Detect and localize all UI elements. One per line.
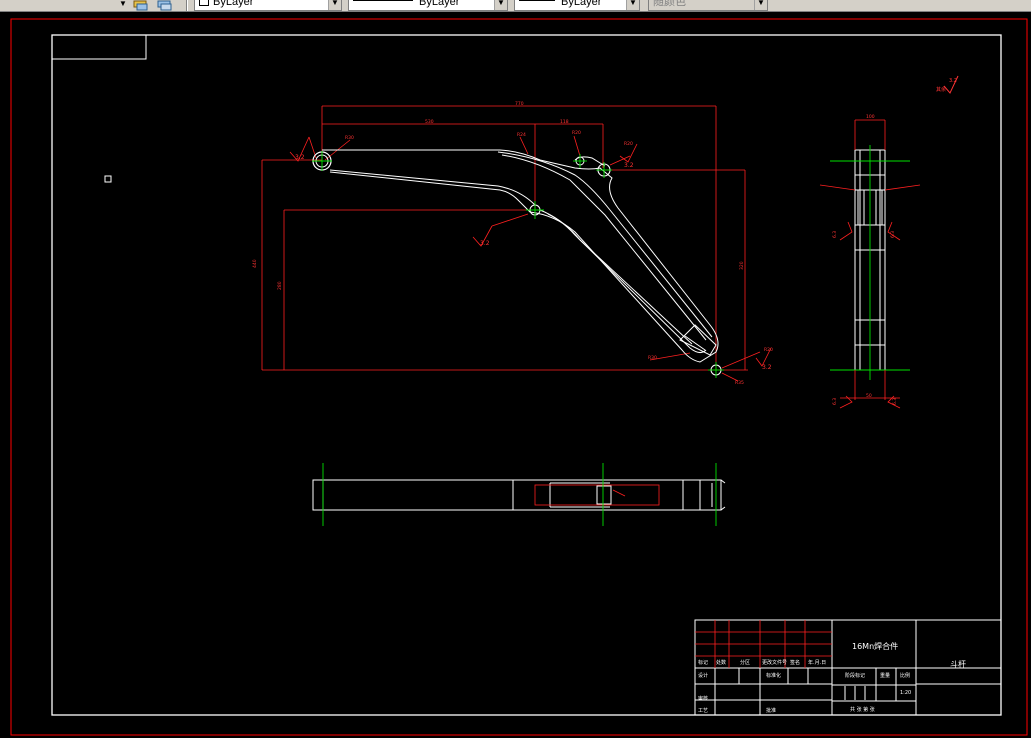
tb-scale-label: 比例	[900, 672, 910, 679]
model-space-canvas[interactable]: 其余 3.2 770 530 118 440 280 320 R30 R24 R…	[0, 12, 1031, 738]
svg-text:118: 118	[560, 119, 569, 125]
title-block: 标记 处数 分区 更改文件号 签名 年.月.日 设计 标准化 审核 工艺 批准 …	[694, 619, 1002, 716]
svg-text:R20: R20	[764, 347, 773, 353]
lineweight-combo-value: ByLayer	[561, 0, 602, 8]
layer-previous-icon[interactable]	[156, 0, 174, 11]
svg-text:440: 440	[252, 259, 258, 268]
tb-check-label: 审核	[698, 695, 708, 702]
svg-text:100: 100	[866, 114, 875, 120]
plan-view	[312, 463, 726, 526]
pin-holes	[312, 151, 722, 376]
roughness-note: 其余 3.2	[936, 75, 959, 94]
tb-header-sign: 签名	[790, 659, 800, 666]
svg-text:770: 770	[515, 101, 524, 107]
svg-text:R20: R20	[572, 130, 581, 136]
chevron-down-icon[interactable]: ▼	[328, 0, 341, 10]
lineweight-sample	[519, 0, 555, 1]
linetype-combo[interactable]: ByLayer ▼	[348, 0, 508, 11]
lineweight-combo[interactable]: ByLayer ▼	[514, 0, 640, 11]
tb-header-doc: 更改文件号	[762, 659, 787, 666]
chevron-down-icon[interactable]: ▼	[626, 0, 639, 10]
svg-text:R30: R30	[345, 135, 354, 141]
tb-process-label: 工艺	[698, 708, 708, 714]
plotstyle-combo: 随颜色 ▼	[648, 0, 768, 11]
svg-text:530: 530	[425, 119, 434, 125]
roughness-3-2-a: 3.2	[295, 154, 305, 161]
tb-weight-label: 重量	[880, 672, 890, 679]
drawing-border	[10, 18, 1028, 736]
pickbox-cursor	[104, 175, 112, 183]
color-combo-value: ByLayer	[213, 0, 254, 8]
tb-stage-label: 阶段标记	[845, 672, 865, 679]
roughness-3-2-d: 3.2	[762, 364, 772, 371]
color-combo[interactable]: ByLayer ▼	[194, 0, 342, 11]
chevron-down-icon: ▼	[754, 0, 767, 10]
svg-text:R24: R24	[517, 132, 526, 138]
linetype-combo-value: ByLayer	[419, 0, 460, 8]
tb-material: 16Mn焊合件	[852, 641, 898, 651]
toolbar-separator	[186, 0, 188, 11]
linetype-sample	[353, 0, 413, 1]
svg-text:R20: R20	[624, 141, 633, 147]
tb-header-zone: 分区	[740, 659, 750, 666]
tb-header-date: 年.月.日	[808, 659, 826, 666]
front-view: 770 530 118 440 280 320 R30 R24 R20 R20 …	[252, 101, 773, 386]
properties-toolbar: ▼ ByLayer ▼ ByLayer ▼ ByLayer ▼ 随颜色 ▼	[0, 0, 1031, 12]
chevron-down-icon[interactable]: ▼	[494, 0, 507, 10]
svg-text:6.3: 6.3	[832, 398, 838, 405]
svg-text:6.3: 6.3	[832, 231, 838, 238]
tb-approve-label: 批准	[766, 707, 776, 714]
tb-header-mark: 标记	[698, 659, 708, 666]
roughness-3-2-c: 3.2	[624, 162, 634, 169]
color-swatch-icon	[199, 0, 209, 6]
tb-header-count: 处数	[716, 659, 726, 666]
svg-text:280: 280	[277, 281, 283, 290]
tb-scale-value: 1:20	[900, 690, 911, 696]
svg-text:R30: R30	[648, 355, 657, 361]
svg-text:6.3: 6.3	[892, 398, 898, 405]
roughness-3-2-b: 3.2	[480, 240, 490, 247]
chevron-down-icon[interactable]: ▼	[118, 0, 128, 10]
tb-sheet-info: 共 张 第 张	[850, 706, 875, 713]
plotstyle-combo-value: 随颜色	[653, 0, 686, 8]
side-view: 100 50 6.3 6.3 6.3 6.3	[819, 114, 921, 409]
boom-arm-outline	[322, 149, 719, 363]
front-view-dimensions	[261, 105, 772, 382]
tb-design-label: 设计	[698, 672, 708, 679]
svg-text:50: 50	[866, 393, 872, 399]
tb-standardize-label: 标准化	[766, 672, 781, 679]
svg-text:R35: R35	[735, 380, 744, 386]
layer-match-icon[interactable]	[132, 0, 150, 11]
svg-text:6.3: 6.3	[890, 231, 896, 238]
svg-text:320: 320	[739, 261, 745, 270]
tb-part-name: 斗杆	[950, 659, 966, 669]
